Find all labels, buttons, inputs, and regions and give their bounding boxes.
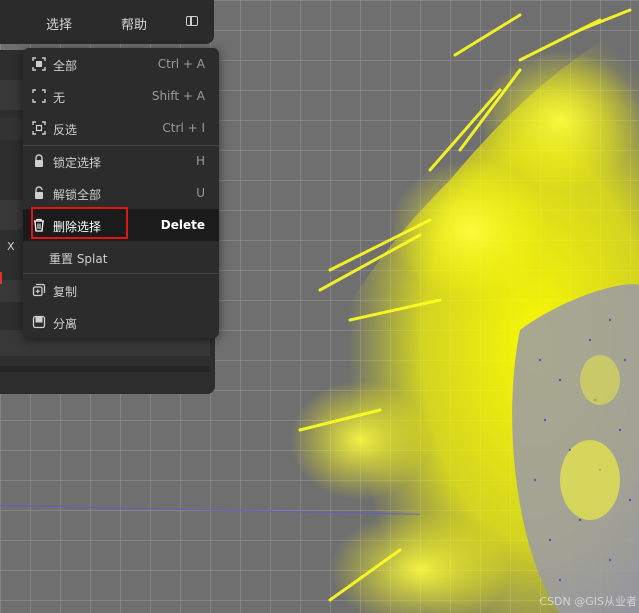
menu-item-label: 反选 <box>53 123 78 137</box>
menu-item-label: 删除选择 <box>53 220 102 234</box>
menu-item-shortcut: Ctrl + I <box>162 121 205 135</box>
panel-toggle-icon[interactable] <box>186 16 198 26</box>
lock-icon <box>35 154 43 167</box>
trash-icon <box>34 218 44 232</box>
watermark: CSDN @GIS从业者 <box>539 595 637 608</box>
select-all-icon <box>32 57 46 71</box>
menu-item-label: 无 <box>53 91 66 105</box>
menu-help[interactable]: 帮助 <box>121 14 147 33</box>
menu-item-label: 全部 <box>53 59 78 73</box>
menu-item-shortcut: Shift + A <box>151 89 205 103</box>
menu-item-label: 解锁全部 <box>53 188 102 202</box>
invert-selection-icon <box>32 121 46 135</box>
select-none-icon <box>32 89 46 103</box>
axis-x-label: X <box>7 240 15 253</box>
separate-icon <box>32 315 46 329</box>
selection-context-menu: 全部 Ctrl + A 无 Shift + A 反选 Ctrl + I 锁定选择… <box>23 48 219 338</box>
menu-item-label: 重置 Splat <box>49 252 108 266</box>
menubar: 选择 帮助 <box>0 0 214 44</box>
axis-x-marker <box>0 272 2 284</box>
menu-item-shortcut: Ctrl + A <box>157 57 205 71</box>
menu-item-label: 复制 <box>53 285 78 299</box>
panel-row <box>0 366 210 372</box>
menu-item-select-none[interactable]: 无 Shift + A <box>23 80 219 112</box>
menu-item-shortcut: H <box>195 154 205 168</box>
menu-item-reset-splat[interactable]: 重置 Splat <box>23 241 219 273</box>
menu-select[interactable]: 选择 <box>46 14 72 33</box>
menu-item-select-all[interactable]: 全部 Ctrl + A <box>23 48 219 80</box>
menu-item-invert-selection[interactable]: 反选 Ctrl + I <box>23 112 219 144</box>
menu-item-label: 锁定选择 <box>53 156 102 170</box>
menu-item-unlock-all[interactable]: 解锁全部 U <box>23 177 219 209</box>
menu-item-label: 分离 <box>53 317 78 331</box>
menu-item-shortcut: Delete <box>160 218 205 232</box>
menu-item-separate[interactable]: 分离 <box>23 306 219 338</box>
menu-item-duplicate[interactable]: 复制 <box>23 274 219 306</box>
duplicate-icon <box>32 283 46 297</box>
menu-item-shortcut: U <box>196 186 205 200</box>
unlock-icon <box>35 186 43 199</box>
menu-item-lock-selection[interactable]: 锁定选择 H <box>23 145 219 177</box>
menu-item-delete-selection[interactable]: 删除选择 Delete <box>23 209 219 241</box>
